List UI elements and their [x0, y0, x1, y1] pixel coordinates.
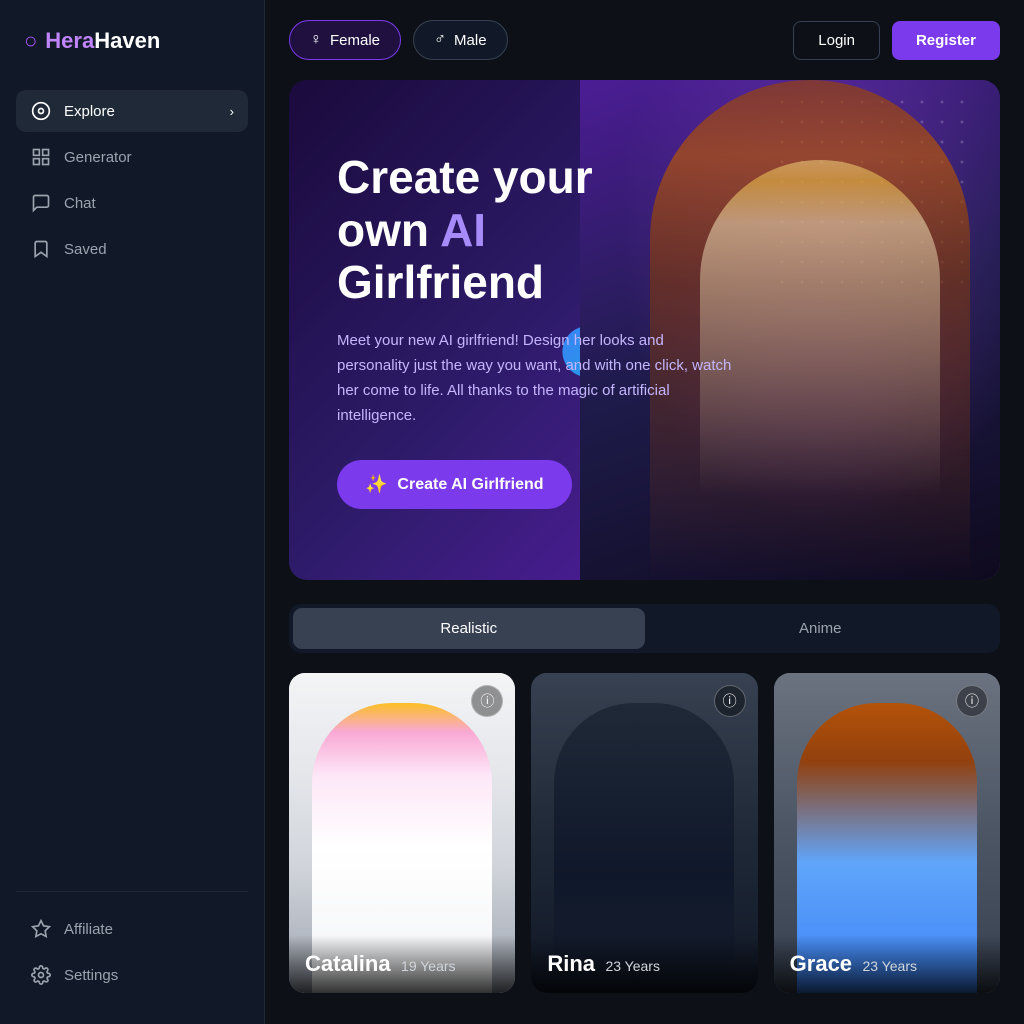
tab-anime[interactable]: Anime — [645, 608, 997, 649]
affiliate-label: Affiliate — [64, 921, 113, 938]
sidebar: ○ HeraHaven Explore › Generator Chat — [0, 0, 265, 1024]
female-label: Female — [330, 32, 380, 49]
generator-label: Generator — [64, 149, 132, 166]
chat-label: Chat — [64, 195, 96, 212]
grace-name: Grace — [790, 951, 852, 976]
hero-title: Create your own AI Girlfriend — [337, 151, 737, 310]
settings-icon — [30, 964, 52, 986]
rina-label: Rina 23 Years — [531, 935, 757, 993]
style-tabs: Realistic Anime — [289, 604, 1000, 653]
header: ♀ Female ♂ Male Login Register — [265, 0, 1024, 80]
explore-label: Explore — [64, 103, 115, 120]
hero-title-line1: Create your — [337, 151, 593, 203]
generator-icon — [30, 146, 52, 168]
grace-label: Grace 23 Years — [774, 935, 1000, 993]
saved-icon — [30, 238, 52, 260]
main-content: ♀ Female ♂ Male Login Register Create yo… — [265, 0, 1024, 1024]
rina-info-button[interactable]: ⓘ — [714, 685, 746, 717]
cards-grid: ⓘ Catalina 19 Years ⓘ Rina 23 Years — [289, 673, 1000, 993]
hero-cta-label: Create AI Girlfriend — [397, 476, 543, 494]
affiliate-icon — [30, 918, 52, 940]
hero-content: Create your own AI Girlfriend Meet your … — [337, 151, 737, 510]
wand-icon: ✨ — [365, 474, 387, 495]
catalina-age: 19 Years — [401, 958, 456, 974]
hero-banner: Create your own AI Girlfriend Meet your … — [289, 80, 1000, 580]
catalina-label: Catalina 19 Years — [289, 935, 515, 993]
sidebar-item-saved[interactable]: Saved — [16, 228, 248, 270]
card-catalina[interactable]: ⓘ Catalina 19 Years — [289, 673, 515, 993]
card-grace[interactable]: ⓘ Grace 23 Years — [774, 673, 1000, 993]
register-button[interactable]: Register — [892, 21, 1000, 60]
male-icon: ♂ — [434, 31, 446, 49]
hero-title-line3: Girlfriend — [337, 256, 544, 308]
rina-age: 23 Years — [605, 958, 660, 974]
card-rina[interactable]: ⓘ Rina 23 Years — [531, 673, 757, 993]
sidebar-item-settings[interactable]: Settings — [16, 954, 248, 996]
logo-icon: ○ — [24, 28, 37, 54]
logo-haven: Haven — [94, 28, 160, 53]
grace-info-button[interactable]: ⓘ — [956, 685, 988, 717]
sidebar-bottom: Affiliate Settings — [16, 891, 248, 996]
male-label: Male — [454, 32, 487, 49]
nav-items: Explore › Generator Chat Saved — [16, 90, 248, 891]
sidebar-item-generator[interactable]: Generator — [16, 136, 248, 178]
explore-chevron: › — [230, 104, 234, 119]
sidebar-item-affiliate[interactable]: Affiliate — [16, 908, 248, 950]
hero-title-highlight: AI — [440, 204, 486, 256]
logo-text: HeraHaven — [45, 28, 160, 54]
create-ai-girlfriend-button[interactable]: ✨ Create AI Girlfriend — [337, 460, 572, 509]
logo-hera: Hera — [45, 28, 94, 53]
hero-title-line2: own — [337, 204, 440, 256]
rina-name: Rina — [547, 951, 595, 976]
sidebar-item-chat[interactable]: Chat — [16, 182, 248, 224]
grace-age: 23 Years — [863, 958, 918, 974]
explore-icon — [30, 100, 52, 122]
tab-realistic[interactable]: Realistic — [293, 608, 645, 649]
login-button[interactable]: Login — [793, 21, 880, 60]
sidebar-item-explore[interactable]: Explore › — [16, 90, 248, 132]
hero-description: Meet your new AI girlfriend! Design her … — [337, 329, 737, 428]
male-button[interactable]: ♂ Male — [413, 20, 508, 60]
logo: ○ HeraHaven — [16, 28, 248, 54]
chat-icon — [30, 192, 52, 214]
catalina-name: Catalina — [305, 951, 391, 976]
saved-label: Saved — [64, 241, 107, 258]
settings-label: Settings — [64, 967, 118, 984]
female-icon: ♀ — [310, 31, 322, 49]
female-button[interactable]: ♀ Female — [289, 20, 401, 60]
header-auth: Login Register — [793, 21, 1000, 60]
